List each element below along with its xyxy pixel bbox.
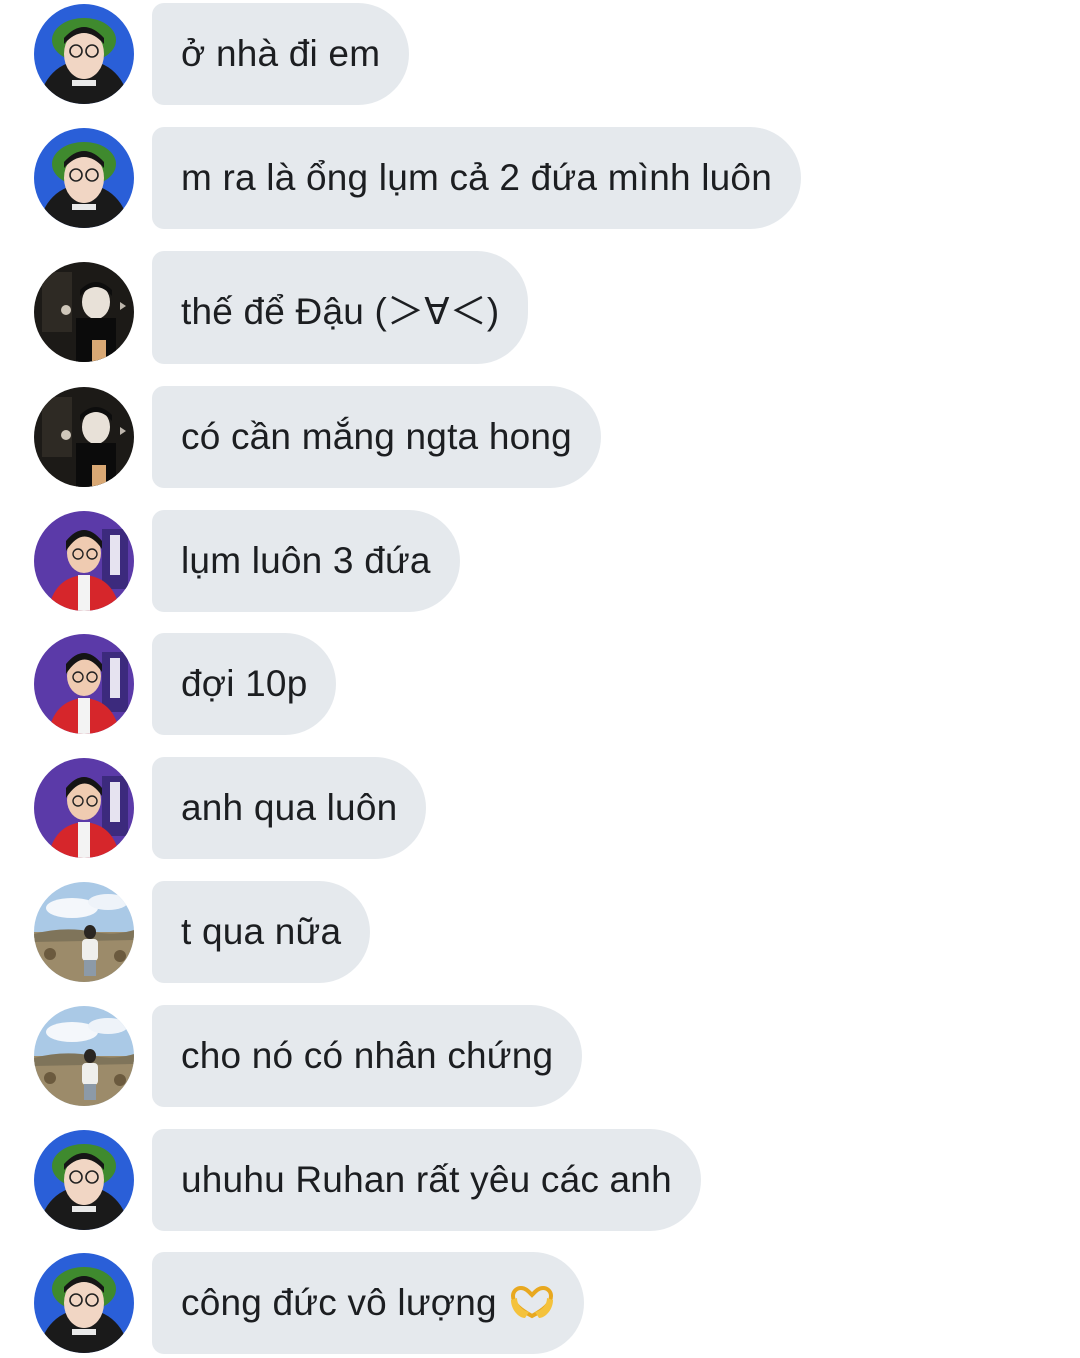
message-row: lụm luôn 3 đứa bbox=[0, 510, 1080, 612]
message-bubble[interactable]: anh qua luôn bbox=[152, 757, 427, 859]
field-sky-avatar[interactable] bbox=[34, 882, 134, 982]
message-text: công đức vô lượng bbox=[181, 1282, 497, 1323]
message-text: m ra là ổng lụm cả 2 đứa mình luôn bbox=[181, 157, 772, 198]
message-text: đợi 10p bbox=[181, 663, 308, 704]
message-bubble[interactable]: m ra là ổng lụm cả 2 đứa mình luôn bbox=[152, 127, 801, 229]
message-bubble[interactable]: ở nhà đi em bbox=[152, 3, 410, 105]
message-row: m ra là ổng lụm cả 2 đứa mình luôn bbox=[0, 127, 1080, 229]
message-bubble[interactable]: đợi 10p bbox=[152, 633, 337, 735]
message-row: thế để Đậu (＞∀＜) bbox=[0, 251, 1080, 364]
message-bubble[interactable]: uhuhu Ruhan rất yêu các anh bbox=[152, 1129, 701, 1231]
message-text: thế để Đậu (＞∀＜) bbox=[181, 290, 500, 332]
message-row: có cần mắng ngta hong bbox=[0, 386, 1080, 488]
message-text: cho nó có nhân chứng bbox=[181, 1035, 554, 1076]
heart-hands-icon bbox=[510, 1286, 553, 1319]
green-hat-boy-avatar[interactable] bbox=[34, 1253, 134, 1353]
field-sky-avatar[interactable] bbox=[34, 1006, 134, 1106]
message-text: t qua nữa bbox=[181, 911, 342, 952]
message-text: ở nhà đi em bbox=[181, 33, 381, 74]
message-row: công đức vô lượng bbox=[0, 1252, 1080, 1354]
green-hat-boy-avatar[interactable] bbox=[34, 1130, 134, 1230]
message-text: có cần mắng ngta hong bbox=[181, 416, 572, 457]
red-jacket-boy-avatar[interactable] bbox=[34, 758, 134, 858]
message-row: đợi 10p bbox=[0, 633, 1080, 735]
message-bubble[interactable]: thế để Đậu (＞∀＜) bbox=[152, 251, 529, 364]
message-row: ở nhà đi em bbox=[0, 3, 1080, 105]
message-text: lụm luôn 3 đứa bbox=[181, 540, 431, 581]
message-row: anh qua luôn bbox=[0, 757, 1080, 859]
message-bubble[interactable]: lụm luôn 3 đứa bbox=[152, 510, 460, 612]
message-text: anh qua luôn bbox=[181, 787, 398, 828]
message-row: cho nó có nhân chứng bbox=[0, 1005, 1080, 1107]
dark-photo-avatar[interactable] bbox=[34, 387, 134, 487]
message-row: t qua nữa bbox=[0, 881, 1080, 983]
green-hat-boy-avatar[interactable] bbox=[34, 128, 134, 228]
message-text: uhuhu Ruhan rất yêu các anh bbox=[181, 1159, 672, 1200]
message-bubble[interactable]: cho nó có nhân chứng bbox=[152, 1005, 583, 1107]
message-bubble[interactable]: t qua nữa bbox=[152, 881, 371, 983]
red-jacket-boy-avatar[interactable] bbox=[34, 511, 134, 611]
chat-thread: ở nhà đi em m ra là ổng lụm cả 2 đứa mìn… bbox=[0, 0, 1080, 1358]
red-jacket-boy-avatar[interactable] bbox=[34, 634, 134, 734]
message-bubble[interactable]: có cần mắng ngta hong bbox=[152, 386, 601, 488]
message-bubble[interactable]: công đức vô lượng bbox=[152, 1252, 584, 1354]
message-row: uhuhu Ruhan rất yêu các anh bbox=[0, 1129, 1080, 1231]
green-hat-boy-avatar[interactable] bbox=[34, 4, 134, 104]
dark-photo-avatar[interactable] bbox=[34, 262, 134, 362]
